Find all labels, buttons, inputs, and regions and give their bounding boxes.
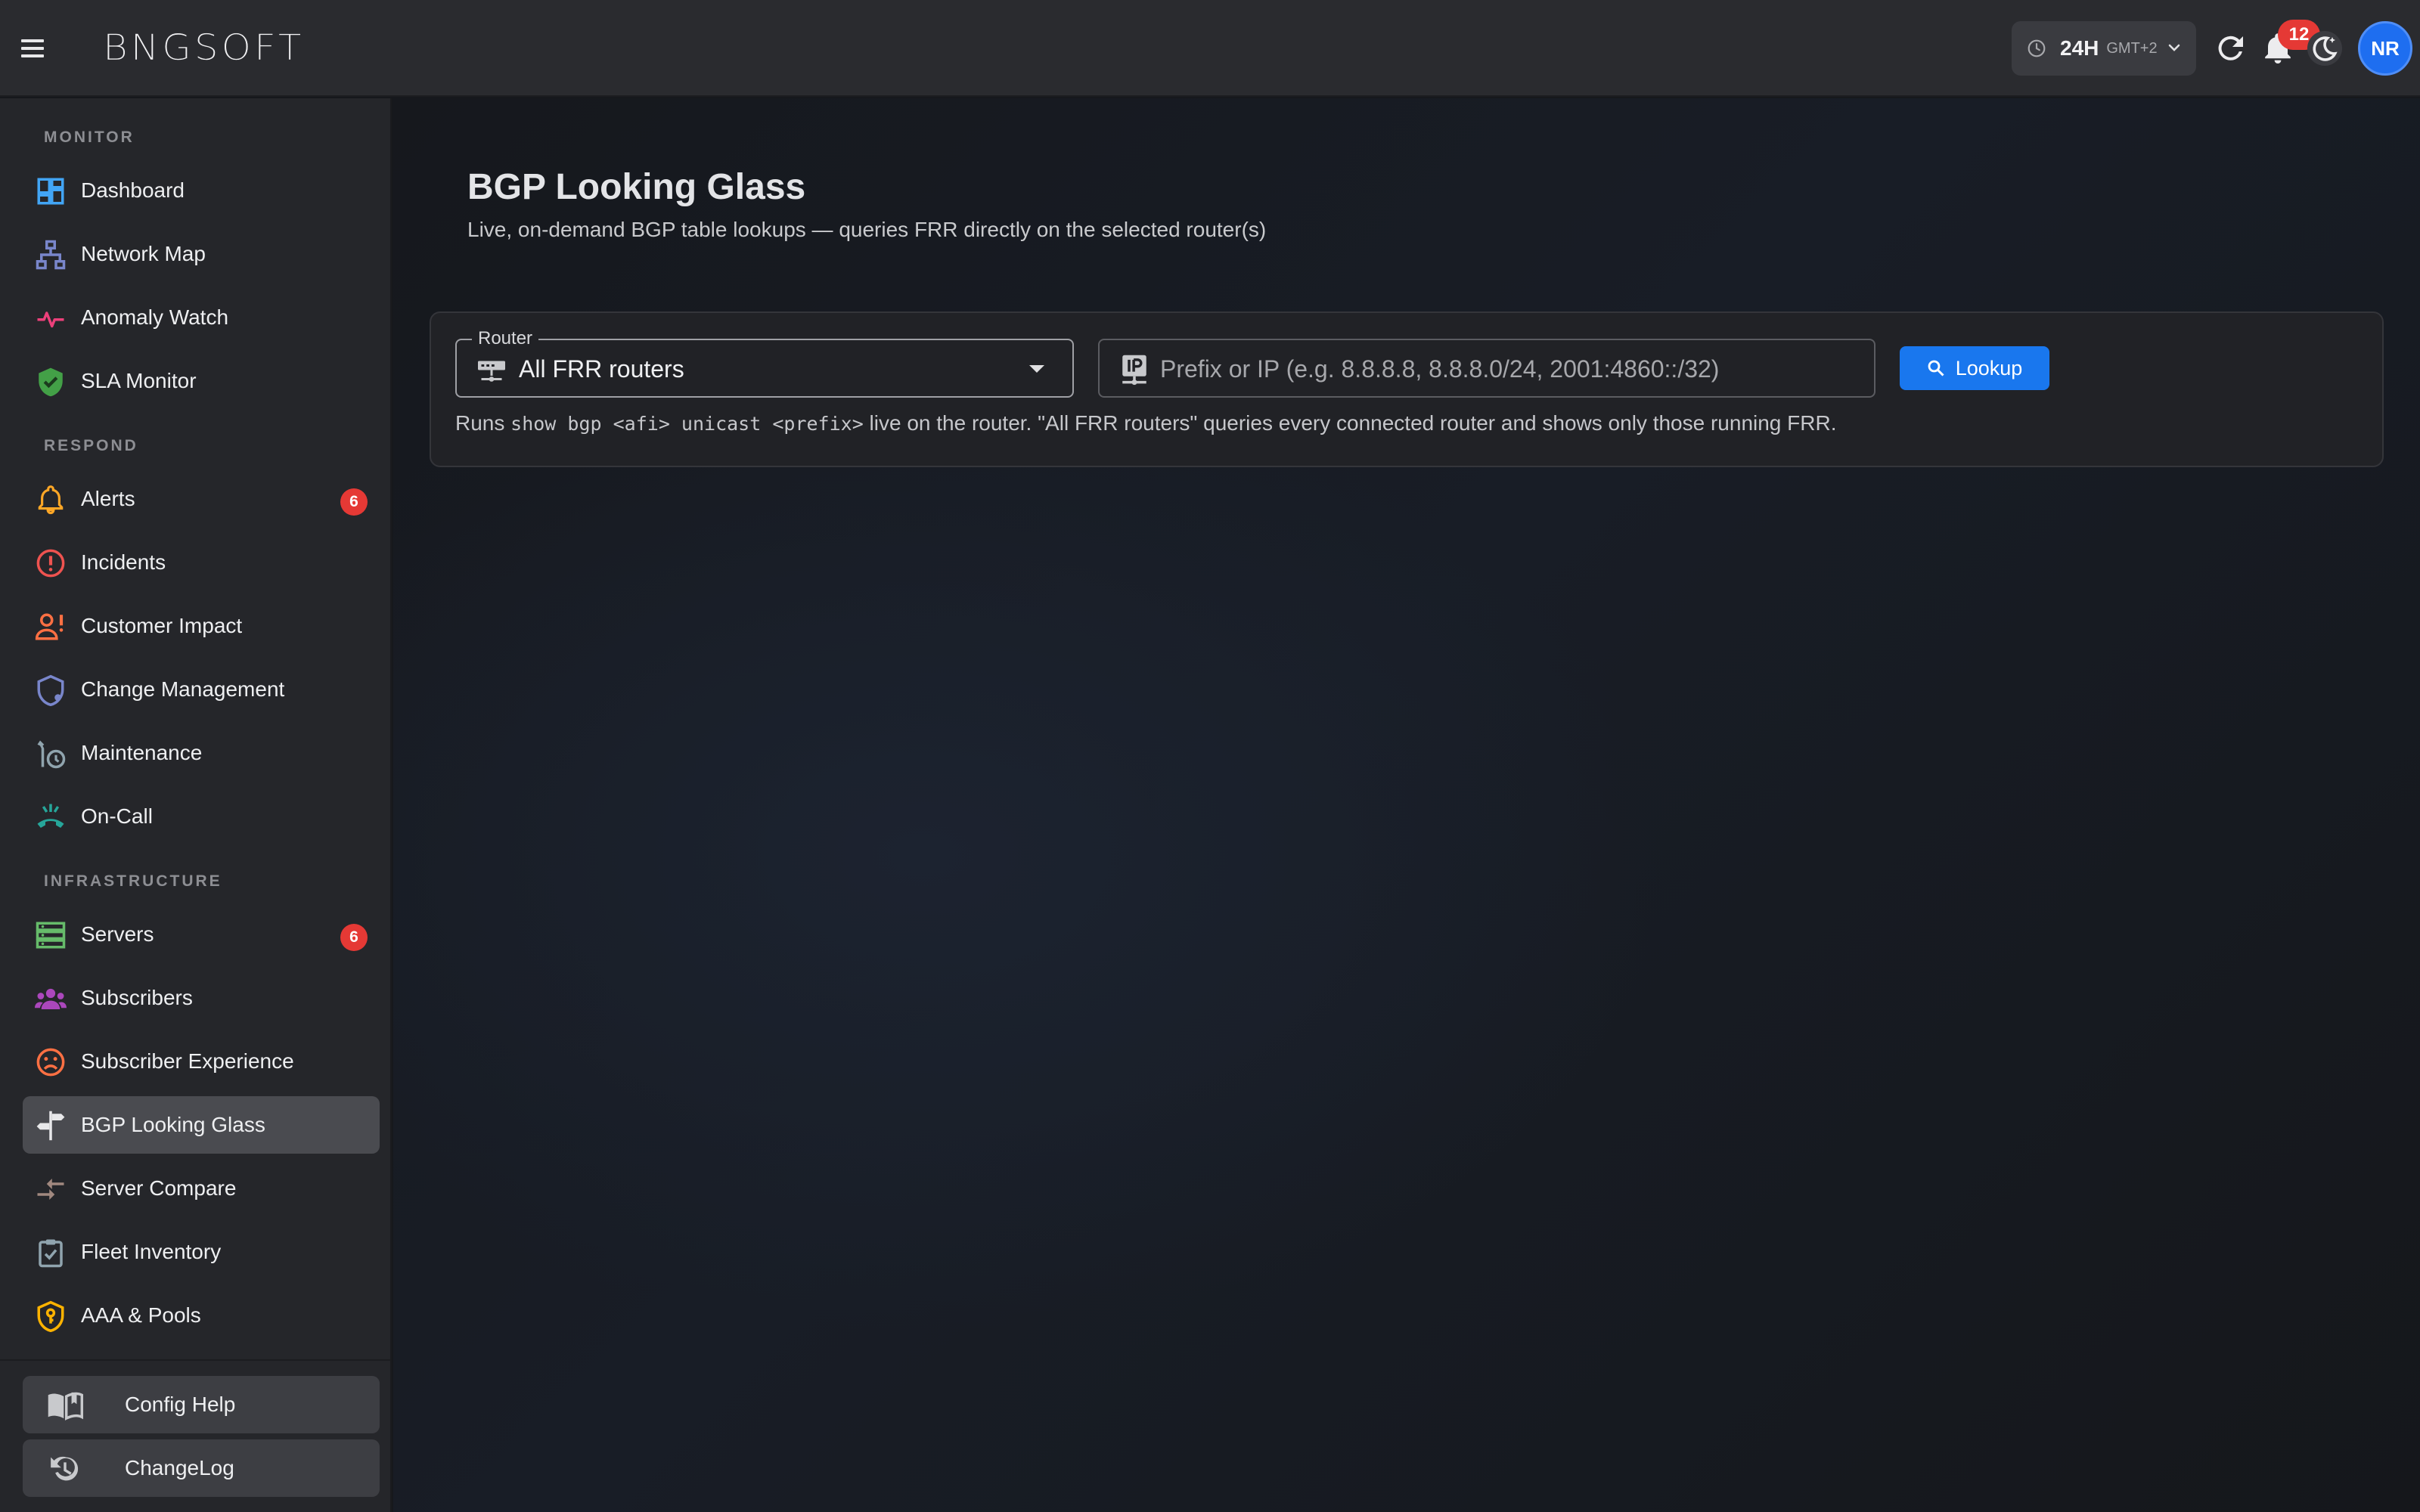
sidebar-item-on-call[interactable]: On-Call <box>23 788 380 845</box>
shield-check-icon <box>39 367 63 397</box>
sidebar-item-alerts[interactable]: Alerts 6 <box>23 470 380 528</box>
sidebar-item-customer-impact[interactable]: Customer Impact <box>23 597 380 655</box>
main-content: BGP Looking Glass Live, on-demand BGP ta… <box>393 98 2420 1512</box>
sidebar-item-bgp-looking-glass[interactable]: BGP Looking Glass <box>23 1096 380 1154</box>
brand-logo: BNGSOFT <box>103 26 305 69</box>
shield-key-icon <box>37 1300 64 1332</box>
time-range-select[interactable]: 24H GMT+2 <box>2012 21 2196 76</box>
sidebar-item-servers[interactable]: Servers 6 <box>23 906 380 963</box>
lookup-hint: Runs show bgp <afi> unicast <prefix> liv… <box>455 411 1836 435</box>
sidebar-item-label: Alerts <box>81 487 135 510</box>
search-icon <box>1928 360 1944 376</box>
sidebar-item-anomaly-watch[interactable]: Anomaly Watch <box>23 289 380 346</box>
router-select[interactable]: Router All FRR routers <box>455 328 1074 398</box>
clock-icon <box>2028 39 2046 57</box>
signpost-icon <box>36 1111 65 1141</box>
router-icon <box>478 361 505 382</box>
sidebar-item-label: On-Call <box>81 804 153 828</box>
ip-network-icon <box>1122 355 1146 386</box>
chevron-down-icon <box>2168 44 2180 51</box>
sidebar-item-label: BGP Looking Glass <box>81 1113 265 1136</box>
lookup-button-label: Lookup <box>1955 356 2023 380</box>
sidebar-item-aaa-pools[interactable]: AAA & Pools <box>23 1287 380 1344</box>
book-open-icon <box>48 1392 83 1421</box>
servers-count-badge: 6 <box>340 924 368 951</box>
sidebar-item-label: Incidents <box>81 550 166 574</box>
sidebar-item-subscribers[interactable]: Subscribers <box>23 969 380 1027</box>
alert-circle-icon <box>36 549 65 578</box>
prefix-input-field[interactable] <box>1098 339 1876 398</box>
hint-command: show bgp <afi> unicast <prefix> <box>510 413 864 435</box>
sidebar-item-label: Anomaly Watch <box>81 305 229 329</box>
section-heading-infrastructure: INFRASTRUCTURE <box>44 872 222 890</box>
pulse-icon <box>37 311 64 328</box>
server-icon <box>36 922 66 949</box>
sidebar-item-label: AAA & Pools <box>81 1303 201 1327</box>
prefix-input[interactable] <box>1160 348 1856 390</box>
sidebar-item-label: Dashboard <box>81 178 185 202</box>
router-field-label: Router <box>472 328 539 349</box>
sidebar-item-label: Network Map <box>81 242 206 265</box>
sidebar-item-label: Subscriber Experience <box>81 1049 294 1073</box>
sidebar-item-label: Subscribers <box>81 986 193 1009</box>
sidebar-item-sla-monitor[interactable]: SLA Monitor <box>23 352 380 410</box>
changelog-label: ChangeLog <box>125 1456 234 1479</box>
sidebar-item-label: Customer Impact <box>81 614 243 637</box>
sidebar-item-label: Change Management <box>81 677 285 701</box>
sidebar-item-subscriber-experience[interactable]: Subscriber Experience <box>23 1033 380 1090</box>
clipboard-check-icon <box>39 1239 63 1268</box>
sidebar-item-fleet-inventory[interactable]: Fleet Inventory <box>23 1223 380 1281</box>
page-subtitle: Live, on-demand BGP table lookups — quer… <box>467 218 1267 241</box>
time-range-value: 24H <box>2060 36 2099 60</box>
sidebar-item-dashboard[interactable]: Dashboard <box>23 162 380 219</box>
sidebar-item-label: Maintenance <box>81 741 203 764</box>
sidebar-item-maintenance[interactable]: Maintenance <box>23 724 380 782</box>
sidebar-item-label: Server Compare <box>81 1176 237 1200</box>
timezone-label: GMT+2 <box>2106 39 2158 57</box>
sidebar: MONITOR Dashboard Network Map Anomaly Wa… <box>0 98 392 1512</box>
phone-callback-icon <box>37 804 64 828</box>
section-heading-monitor: MONITOR <box>44 129 135 146</box>
changelog-button[interactable]: ChangeLog <box>23 1439 380 1497</box>
sad-face-icon <box>36 1048 65 1077</box>
router-select-value: All FRR routers <box>519 355 684 383</box>
page-title: BGP Looking Glass <box>467 167 806 207</box>
menu-icon[interactable] <box>17 33 47 64</box>
sidebar-item-server-compare[interactable]: Server Compare <box>23 1160 380 1217</box>
wrench-clock-icon <box>37 740 66 769</box>
sidebar-item-label: Servers <box>81 922 154 946</box>
dashboard-icon <box>37 178 64 205</box>
hint-suffix: live on the router. "All FRR routers" qu… <box>869 411 1837 435</box>
sidebar-item-incidents[interactable]: Incidents <box>23 534 380 591</box>
alerts-count-badge: 6 <box>340 488 368 516</box>
sidebar-item-change-management[interactable]: Change Management <box>23 661 380 718</box>
sidebar-item-label: Fleet Inventory <box>81 1240 222 1263</box>
top-bar: BNGSOFT 24H GMT+2 12 NR <box>0 0 2420 97</box>
sidebar-item-label: SLA Monitor <box>81 369 197 392</box>
compare-arrows-icon <box>37 1179 64 1200</box>
refresh-icon[interactable] <box>2213 30 2249 67</box>
network-tree-icon <box>36 240 66 270</box>
hint-prefix: Runs <box>455 411 505 435</box>
sidebar-item-network-map[interactable]: Network Map <box>23 225 380 283</box>
dark-mode-icon[interactable] <box>2307 30 2343 67</box>
config-help-button[interactable]: Config Help <box>23 1376 380 1433</box>
lookup-card: Router All FRR routers Prefix or IP (e.g… <box>430 311 2384 467</box>
config-help-label: Config Help <box>125 1393 236 1416</box>
history-icon <box>51 1456 79 1481</box>
section-heading-respond: RESPOND <box>44 437 138 454</box>
policy-shield-icon <box>37 674 64 706</box>
lookup-button[interactable]: Lookup <box>1900 346 2049 390</box>
sidebar-footer: Config Help ChangeLog <box>0 1359 390 1512</box>
user-avatar[interactable]: NR <box>2358 21 2412 76</box>
person-alert-icon <box>35 613 64 640</box>
bell-icon <box>38 485 64 515</box>
people-icon <box>35 988 67 1009</box>
caret-down-icon <box>1029 365 1044 373</box>
